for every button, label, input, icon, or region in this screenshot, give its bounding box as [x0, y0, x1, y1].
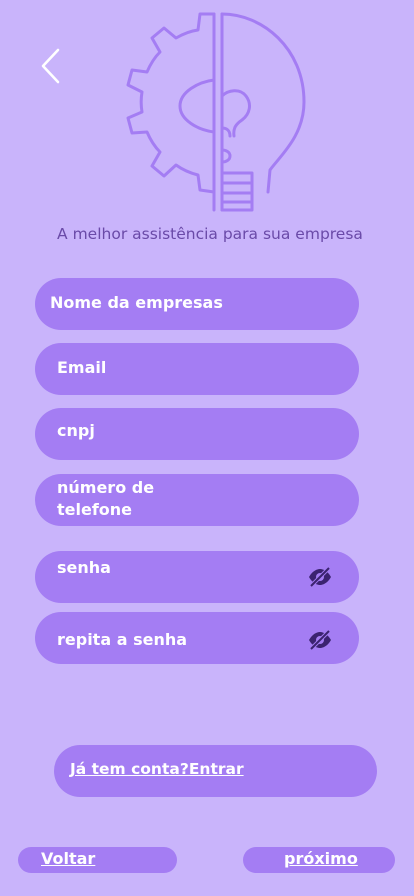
eye-off-icon[interactable] [307, 566, 333, 588]
phone-field[interactable]: número de telefone [35, 474, 359, 526]
eye-off-icon[interactable] [307, 629, 333, 651]
email-field[interactable]: Email [35, 343, 359, 395]
phone-label-line2: telefone [57, 500, 133, 519]
next-button[interactable]: próximo [243, 847, 395, 873]
cnpj-label: cnpj [57, 421, 95, 440]
email-label: Email [57, 358, 107, 377]
cnpj-field[interactable]: cnpj [35, 408, 359, 460]
next-button-label: próximo [284, 849, 358, 868]
password-field[interactable]: senha [35, 551, 359, 603]
back-button[interactable]: Voltar [18, 847, 177, 873]
login-link-button[interactable]: Já tem conta?Entrar [54, 745, 377, 797]
repeat-password-field[interactable]: repita a senha [35, 612, 359, 664]
back-chevron-icon[interactable] [38, 46, 64, 86]
company-name-label: Nome da empresas [50, 293, 223, 312]
phone-label-line1: número de [57, 478, 155, 497]
login-link-text: Já tem conta?Entrar [70, 760, 244, 778]
company-name-field[interactable]: Nome da empresas [35, 278, 359, 330]
tagline: A melhor assistência para sua empresa [57, 225, 363, 243]
back-button-label: Voltar [41, 849, 96, 868]
gear-lightbulb-logo [126, 12, 306, 212]
repeat-password-label: repita a senha [57, 630, 188, 649]
password-label: senha [57, 558, 111, 577]
